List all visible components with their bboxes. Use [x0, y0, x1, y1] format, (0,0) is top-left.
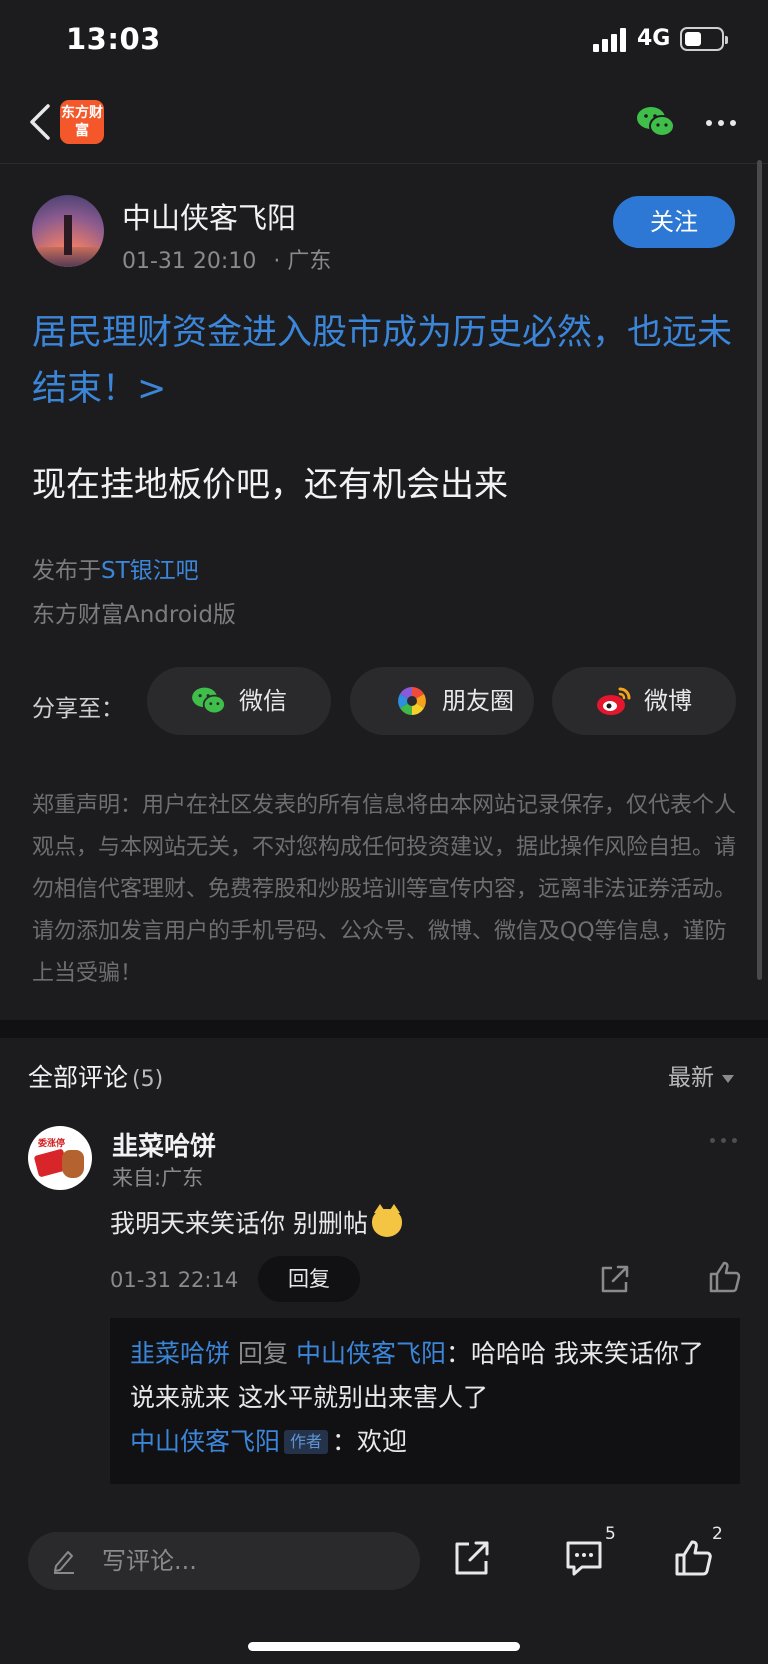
post-body: 现在挂地板价吧，还有机会出来 [32, 465, 508, 505]
reply-user[interactable]: 中山侠客飞阳 [130, 1427, 280, 1456]
status-time: 13:03 [66, 22, 161, 56]
reply-target-user[interactable]: 中山侠客飞阳 [296, 1339, 446, 1368]
author-name[interactable]: 中山侠客飞阳 [122, 195, 296, 237]
comments-title-label: 全部评论 [28, 1063, 129, 1092]
share-label: 分享至： [32, 696, 124, 722]
share-moments-button[interactable]: 朋友圈 [350, 667, 534, 735]
reply-item: 韭菜哈饼 回复 中山侠客飞阳：哈哈哈 我来笑话你了 说来就来 这水平就别出来害人… [130, 1332, 720, 1420]
comment-more-icon[interactable] [710, 1138, 740, 1144]
comment-input[interactable]: 写评论... [28, 1532, 420, 1590]
like-count-badge: 2 [712, 1524, 723, 1544]
comment-count-badge: 5 [605, 1524, 616, 1544]
reply-verb: 回复 [237, 1339, 288, 1368]
comment-input-placeholder: 写评论... [102, 1547, 197, 1575]
follow-button[interactable]: 关注 [613, 196, 735, 248]
comment-text: 我明天来笑话你 别删帖 [110, 1209, 368, 1238]
post-time: 01-31 20:10 [122, 249, 257, 274]
like-icon[interactable] [708, 1260, 742, 1294]
sort-dropdown[interactable]: 最新 [668, 1058, 734, 1092]
wechat-icon[interactable] [636, 104, 676, 140]
chevron-down-icon [722, 1074, 734, 1083]
commenter-location: 来自:广东 [112, 1166, 204, 1190]
sort-label: 最新 [668, 1065, 714, 1091]
reply-item: 中山侠客飞阳 作者 ：欢迎 [130, 1420, 720, 1464]
author-badge: 作者 [284, 1430, 329, 1454]
avatar-text: 委涨停 [38, 1139, 66, 1149]
reply-user[interactable]: 韭菜哈饼 [130, 1339, 230, 1368]
reply-button[interactable]: 回复 [258, 1256, 360, 1302]
share-icon[interactable] [452, 1538, 492, 1578]
share-moments-label: 朋友圈 [442, 687, 514, 715]
comments-count: (5) [132, 1067, 164, 1092]
weibo-icon [597, 687, 631, 715]
share-wechat-button[interactable]: 微信 [147, 667, 331, 735]
reply-thread: 韭菜哈饼 回复 中山侠客飞阳：哈哈哈 我来笑话你了 说来就来 这水平就别出来害人… [110, 1318, 740, 1484]
bottom-bar: 写评论... 5 2 [0, 1518, 768, 1664]
published-in: 发布于ST银江吧 [32, 551, 199, 585]
network-type: 4G [637, 26, 671, 51]
post-meta: 01-31 20:10 · 广东 [122, 243, 341, 275]
share-weibo-label: 微博 [644, 687, 692, 715]
post-location: · 广东 [273, 249, 332, 274]
share-icon[interactable] [598, 1262, 632, 1296]
pencil-icon [54, 1551, 74, 1574]
commenter-avatar[interactable]: 委涨停 [28, 1126, 92, 1190]
comment-text-row: 我明天来笑话你 别删帖 [110, 1204, 402, 1240]
commenter-name[interactable]: 韭菜哈饼 [112, 1126, 216, 1163]
wechat-icon [192, 687, 226, 715]
author-avatar[interactable] [32, 195, 104, 267]
disclaimer: 郑重声明：用户在社区发表的所有信息将由本网站记录保存，仅代表个人观点，与本网站无… [32, 793, 737, 986]
nav-bar: 东方财富 [0, 84, 768, 164]
post-title[interactable]: 居民理财资金进入股市成为历史必然，也远未结束！> [32, 305, 732, 417]
battery-icon [680, 27, 728, 51]
comment-icon[interactable] [564, 1538, 604, 1578]
share-wechat-label: 微信 [239, 687, 287, 715]
signal-icon [593, 28, 627, 52]
like-icon[interactable] [674, 1538, 714, 1578]
back-icon[interactable] [26, 102, 56, 142]
app-logo[interactable]: 东方财富 [60, 100, 104, 144]
scrollbar[interactable] [757, 160, 762, 980]
forum-link[interactable]: ST银江吧 [101, 558, 199, 584]
comments-section: 全部评论 (5) 最新 委涨停 韭菜哈饼 来自:广东 我明天来笑话你 别删帖 01… [0, 1038, 768, 1518]
section-divider [0, 1020, 768, 1038]
cat-emoji-icon [371, 1204, 402, 1237]
client-info: 东方财富Android版 [32, 602, 236, 628]
published-prefix: 发布于 [32, 558, 101, 584]
post-card: 中山侠客飞阳 01-31 20:10 · 广东 关注 居民理财资金进入股市成为历… [0, 165, 768, 1020]
comment-time: 01-31 22:14 [110, 1268, 239, 1292]
comments-title: 全部评论 (5) [28, 1058, 163, 1094]
reply-text: ：欢迎 [332, 1427, 408, 1456]
moments-icon [398, 687, 426, 715]
home-indicator[interactable] [248, 1642, 520, 1651]
more-icon[interactable] [706, 120, 738, 128]
status-bar: 13:03 4G [0, 0, 768, 84]
share-weibo-button[interactable]: 微博 [552, 667, 736, 735]
